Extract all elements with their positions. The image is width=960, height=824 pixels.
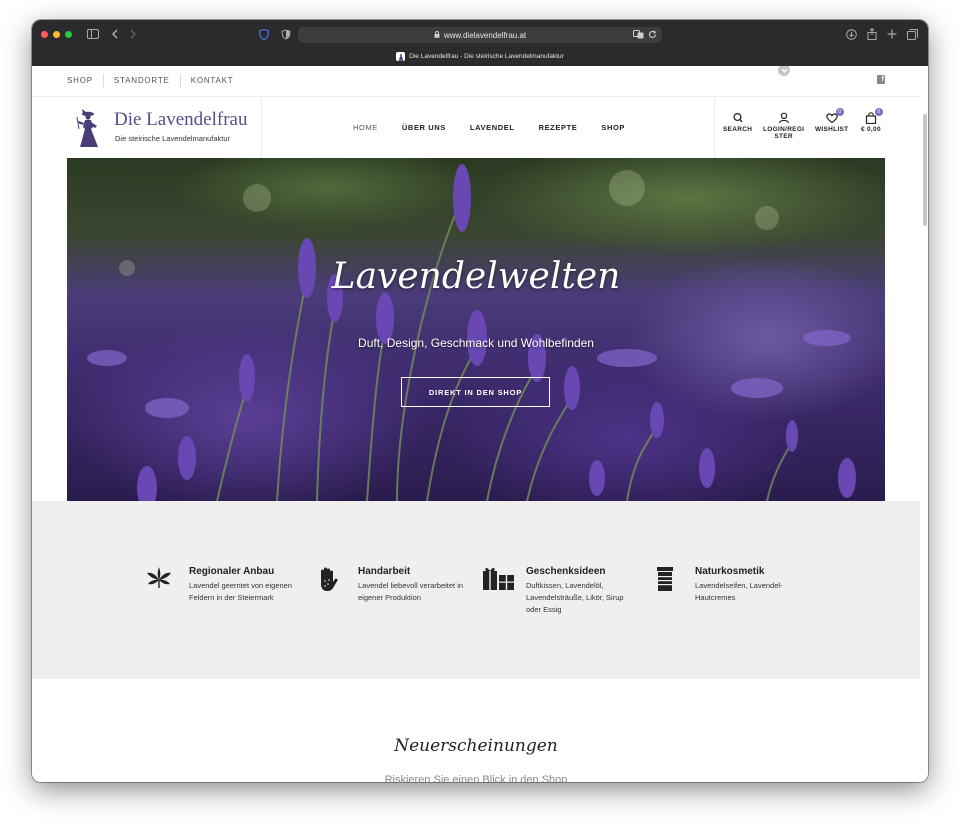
cart-total: € 0,00 (861, 126, 881, 133)
topnav-standorte-link[interactable]: STANDORTE (102, 74, 180, 88)
reload-icon[interactable] (648, 30, 657, 41)
webpage: SHOP STANDORTE KONTAKT f Die Lavendelfra… (32, 66, 928, 782)
chevron-down-icon[interactable] (778, 66, 790, 76)
feature-text: Lavendel geerntet von eigenen Feldern in… (189, 581, 293, 602)
feature-title: Handarbeit (358, 566, 411, 577)
shopping-bag-icon: 0 (864, 108, 883, 125)
nav-lavendel[interactable]: LAVENDEL (470, 123, 515, 132)
cart-count-badge: 0 (874, 108, 883, 116)
gift-icon (483, 567, 514, 590)
search-button[interactable]: SEARCH (723, 112, 752, 133)
translate-icon[interactable] (633, 30, 644, 41)
forward-icon[interactable] (128, 27, 138, 41)
nav-home[interactable]: HOME (353, 123, 378, 132)
lock-icon (434, 30, 440, 40)
site-header: Die Lavendelfrau Die steirische Lavendel… (32, 97, 920, 158)
cosmetics-icon (657, 567, 673, 591)
hero-banner: Lavendelwelten Duft, Design, Geschmack u… (67, 158, 885, 501)
extension-icon[interactable] (280, 27, 292, 41)
feature-title: Geschenksideen (526, 566, 606, 577)
logo-title: Die Lavendelfrau (114, 109, 248, 130)
share-icon[interactable] (866, 27, 878, 41)
lavender-lady-logo-icon (76, 109, 98, 147)
feature-text: Duftkissen, Lavendelöl, Lavendelsträuße,… (526, 581, 624, 614)
lavender-field-image (87, 164, 856, 501)
wishlist-count-badge: 0 (835, 108, 844, 116)
feature-text: Lavendel liebevoll verarbeitet in eigene… (358, 581, 464, 602)
user-icon (777, 112, 791, 124)
feature-text: Lavendelseifen, Lavendel-Hautcremes (695, 581, 783, 602)
leaf-icon (147, 567, 171, 588)
main-nav: HOME ÜBER UNS LAVENDEL REZEPTE SHOP (353, 97, 649, 158)
topnav-kontakt-link[interactable]: KONTAKT (179, 74, 244, 88)
site-logo[interactable]: Die Lavendelfrau Die steirische Lavendel… (67, 97, 262, 158)
new-tab-icon[interactable] (886, 27, 898, 41)
features-section: Regionaler Anbau Lavendel geerntet von e… (32, 501, 920, 679)
heart-icon: 0 (825, 108, 844, 124)
close-window-button[interactable] (41, 31, 48, 38)
top-nav: SHOP STANDORTE KONTAKT (67, 66, 243, 96)
back-icon[interactable] (110, 27, 120, 41)
login-register-button[interactable]: LOGIN/REGI STER (763, 112, 804, 140)
facebook-icon[interactable]: f (877, 75, 885, 84)
nav-ueber-uns[interactable]: ÜBER UNS (402, 123, 446, 132)
page-scrollbar[interactable] (923, 114, 927, 226)
tab-favicon-icon (396, 52, 406, 61)
login-label-line1: LOGIN/REGI (763, 126, 805, 133)
hand-icon (321, 567, 338, 591)
sidebar-toggle-icon[interactable] (86, 27, 100, 41)
cart-button[interactable]: 0 € 0,00 (861, 108, 883, 133)
privacy-shield-icon[interactable] (258, 27, 270, 41)
wishlist-label: WISHLIST (815, 126, 849, 133)
browser-window: www.dielavendelfrau.at Die Lavendelfrau … (32, 20, 928, 782)
browser-titlebar: www.dielavendelfrau.at Die Lavendelfrau … (32, 20, 928, 66)
header-actions: SEARCH LOGIN/REGI STER 0 WISHLIST 0 € 0,… (714, 97, 921, 158)
shop-cta-button[interactable]: DIREKT IN DEN SHOP (401, 377, 550, 407)
login-label-line2: STER (774, 133, 793, 140)
url-text: www.dielavendelfrau.at (443, 30, 527, 40)
feature-title: Regionaler Anbau (189, 566, 275, 577)
logo-subtitle: Die steirische Lavendelmanufaktur (115, 134, 231, 143)
download-icon[interactable] (845, 27, 857, 41)
zoom-window-button[interactable] (65, 31, 72, 38)
hero-subtitle: Duft, Design, Geschmack und Wohlbefinden (358, 336, 594, 350)
search-label: SEARCH (723, 126, 753, 133)
search-icon (731, 112, 745, 124)
nav-rezepte[interactable]: REZEPTE (539, 123, 578, 132)
tab-title: Die Lavendelfrau - Die steirische Lavend… (409, 53, 564, 60)
topnav-shop-link[interactable]: SHOP (67, 74, 103, 88)
wishlist-button[interactable]: 0 WISHLIST (815, 108, 849, 133)
hero-title: Lavendelwelten (331, 256, 621, 297)
new-arrivals-heading: Neuerscheinungen (394, 736, 558, 756)
minimize-window-button[interactable] (53, 31, 60, 38)
address-bar[interactable]: www.dielavendelfrau.at (298, 27, 662, 43)
feature-title: Naturkosmetik (695, 566, 765, 577)
new-arrivals-subtitle: Riskieren Sie einen Blick in den Shop (384, 774, 568, 782)
active-tab[interactable]: Die Lavendelfrau - Die steirische Lavend… (32, 47, 928, 66)
nav-shop[interactable]: SHOP (601, 123, 625, 132)
tab-overview-icon[interactable] (906, 27, 918, 41)
top-bar: SHOP STANDORTE KONTAKT f (32, 66, 920, 97)
